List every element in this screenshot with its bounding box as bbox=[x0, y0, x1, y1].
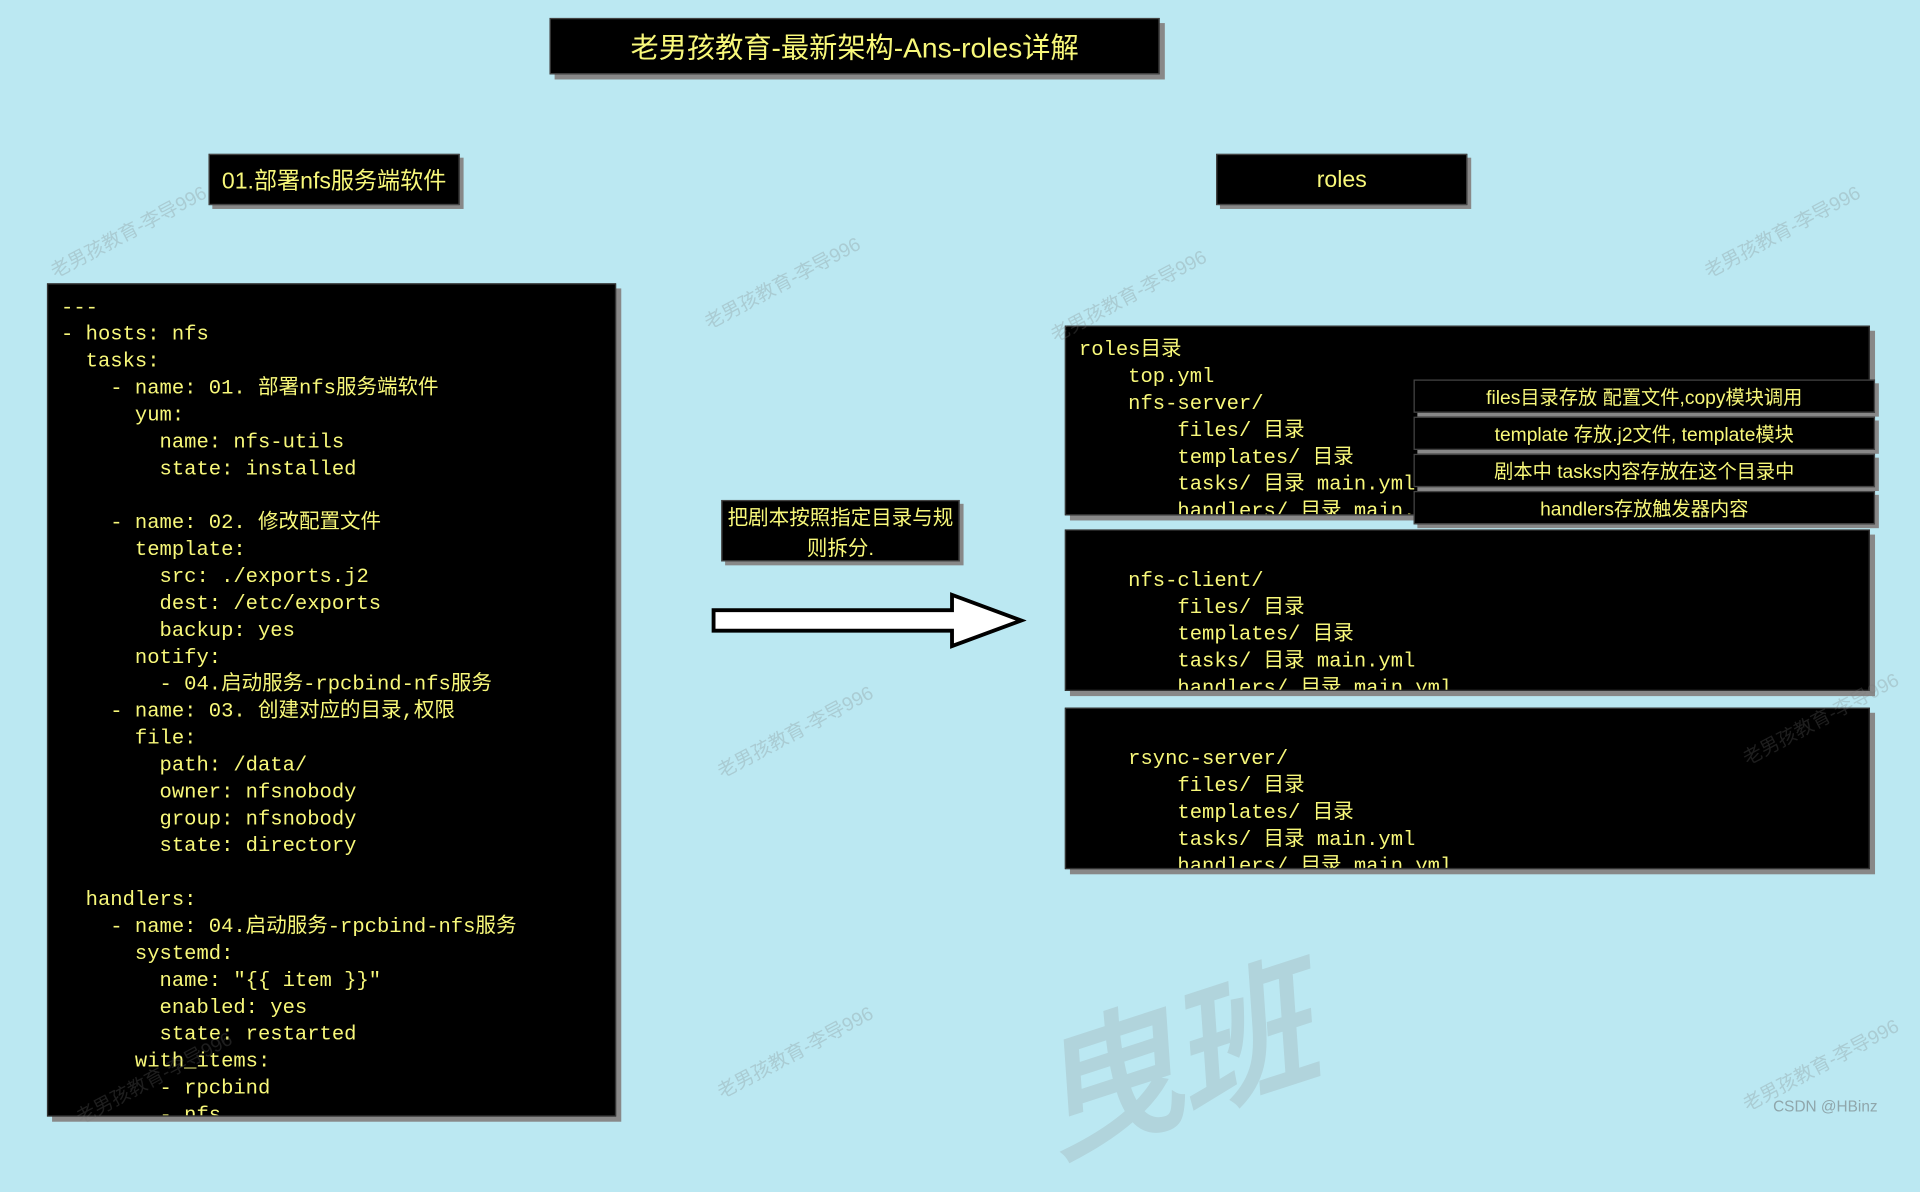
annotation-stack: files目录存放 配置文件,copy模块调用 template 存放.j2文件… bbox=[1414, 379, 1876, 528]
arrow-icon bbox=[709, 590, 1027, 652]
watermark-text: 老男孩教育-李导996 bbox=[713, 999, 878, 1104]
left-section-label: 01.部署nfs服务端软件 bbox=[209, 154, 460, 205]
watermark-text: 老男孩教育-李导996 bbox=[46, 179, 211, 284]
playbook-code-panel: --- - hosts: nfs tasks: - name: 01. 部署nf… bbox=[47, 283, 616, 1116]
watermark-text: 老男孩教育-李导996 bbox=[700, 230, 865, 335]
annotation-handlers: handlers存放触发器内容 bbox=[1414, 491, 1876, 524]
right-section-label: roles bbox=[1216, 154, 1467, 205]
watermark-text: 老男孩教育-李导996 bbox=[713, 679, 878, 784]
annotation-templates: template 存放.j2文件, template模块 bbox=[1414, 417, 1876, 450]
roles-dir-panel-rsync-server: rsync-server/ files/ 目录 templates/ 目录 ta… bbox=[1065, 708, 1870, 870]
watermark-text: 老男孩教育-李导996 bbox=[1700, 179, 1865, 284]
credit-text: CSDN @HBinz bbox=[1773, 1097, 1878, 1115]
middle-instruction-box: 把剧本按照指定目录与规则拆分. bbox=[722, 500, 960, 562]
annotation-tasks: 剧本中 tasks内容存放在这个目录中 bbox=[1414, 454, 1876, 487]
annotation-files: files目录存放 配置文件,copy模块调用 bbox=[1414, 379, 1876, 412]
roles-dir-panel-nfs-client: nfs-client/ files/ 目录 templates/ 目录 task… bbox=[1065, 529, 1870, 691]
diagram-title: 老男孩教育-最新架构-Ans-roles详解 bbox=[550, 18, 1160, 74]
watermark-large: 曳班 bbox=[1004, 910, 1336, 1192]
